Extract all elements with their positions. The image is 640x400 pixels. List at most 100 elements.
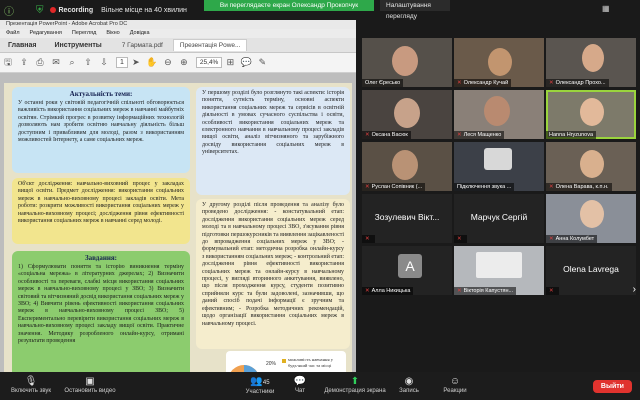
zoom-level-field[interactable]: 25,4% — [195, 57, 223, 68]
participant-name: ✕ Оксана Васюк — [362, 131, 411, 139]
first-chapter-text: У першому розділі було розглянуто такі а… — [202, 90, 344, 156]
menu-edit[interactable]: Редагування — [30, 29, 62, 38]
page-down-icon[interactable]: ⇩ — [96, 57, 112, 68]
participant-tile[interactable]: Підключення звука ... — [454, 142, 544, 191]
record-button[interactable]: ◉ Запись — [394, 376, 424, 394]
muted-mic-icon: ✕ — [365, 236, 370, 242]
document-view[interactable]: Актуальність теми: У останні роки у світ… — [0, 73, 356, 372]
comment-icon[interactable]: 💬 — [238, 57, 254, 68]
muted-mic-icon: ✕ — [365, 132, 370, 138]
participant-tile[interactable]: A ✕ Алла Никицька — [362, 246, 452, 295]
tasks-card: Завдання: 1) Сформулювати поняття та іст… — [12, 251, 190, 372]
tab-home[interactable]: Главная — [8, 42, 36, 49]
participant-tile[interactable]: ✕ Вікторія Капустян... — [454, 246, 544, 295]
menu-window[interactable]: Вікно — [106, 29, 119, 38]
presentation-slide: Актуальність теми: У останні роки у світ… — [4, 83, 352, 372]
tab-tools[interactable]: Инструменты — [54, 42, 101, 49]
menu-help[interactable]: Довідка — [130, 29, 150, 38]
participant-tile[interactable]: ✕ Оксана Васюк — [362, 90, 452, 139]
participant-tile[interactable]: ✕ Олександр Кучай — [454, 38, 544, 87]
participant-tile[interactable]: ✕ Руслан Сопівник (... — [362, 142, 452, 191]
print-icon[interactable]: ⎙ — [32, 57, 48, 68]
participant-name-large: Зозулевич Вікт... — [374, 212, 440, 222]
search-icon[interactable]: ⌕ — [64, 57, 80, 68]
avatar: A — [398, 254, 422, 278]
muted-mic-icon: ✕ — [457, 132, 462, 138]
tasks-title: Завдання: — [84, 254, 118, 262]
participant-tile[interactable]: Марчук Сергій ✕ — [454, 194, 544, 243]
participant-tile[interactable]: Зозулевич Вікт... ✕ — [362, 194, 452, 243]
participant-video — [580, 98, 604, 126]
muted-mic-icon: ✕ — [457, 80, 462, 86]
participant-tile[interactable]: Олег Єресько — [362, 38, 452, 87]
gallery-view-icon[interactable]: ▦ — [602, 4, 610, 13]
recording-label: Recording — [58, 6, 94, 14]
menu-file[interactable]: Файл — [6, 29, 20, 38]
page-number-field[interactable]: 1 — [116, 57, 128, 68]
view-settings-button[interactable]: Налаштування перегляду — [380, 0, 450, 20]
participant-tile[interactable]: Olena Lavrega ✕ — [546, 246, 636, 295]
menu-view[interactable]: Перегляд — [72, 29, 96, 38]
video-icon: ▣ — [85, 376, 95, 387]
tasks-text: 1) Сформулювати поняття та історію виник… — [18, 264, 184, 345]
participant-name: Підключення звука ... — [454, 183, 515, 191]
relevance-card: Актуальність теми: У останні роки у світ… — [12, 87, 190, 173]
participants-icon: 👥45 — [250, 376, 270, 387]
select-icon[interactable]: ➤ — [128, 57, 144, 68]
recording-indicator[interactable]: Recording — [49, 6, 94, 14]
zoom-in-icon[interactable]: ⊕ — [176, 57, 192, 68]
relevance-text: У останні роки у світовій педагогічній с… — [18, 100, 184, 144]
participant-tile[interactable]: ✕ Олена Варава, к.п.н. — [546, 142, 636, 191]
leave-button[interactable]: Выйти — [592, 380, 632, 393]
muted-mic-icon: ✕ — [457, 236, 462, 242]
stop-video-button[interactable]: ▣ Остановить видео — [60, 376, 120, 394]
pen-icon[interactable]: ✎ — [254, 57, 270, 68]
participant-video — [580, 200, 604, 228]
info-icon[interactable]: ⓘ — [4, 3, 14, 18]
chat-icon: 💬 — [293, 376, 307, 387]
participant-video — [392, 150, 418, 180]
participant-name: ✕ Анна Колумбет — [546, 235, 598, 243]
reactions-icon: ☺ — [449, 376, 461, 387]
doc-tab-2[interactable]: Презентація Powe... — [172, 39, 248, 51]
hand-icon[interactable]: ✋ — [144, 57, 160, 68]
share-screen-button[interactable]: ⬆ Демонстрация экрана — [322, 376, 388, 394]
doc-tab-1[interactable]: 7 Гармата.pdf — [116, 40, 169, 51]
participant-name: ✕ — [362, 235, 375, 243]
second-chapter-card: У другому розділі після проведення та ан… — [196, 199, 350, 349]
muted-mic-icon: ✕ — [549, 184, 554, 190]
participant-name: ✕ — [454, 235, 467, 243]
email-icon[interactable]: ✉ — [48, 57, 64, 68]
save-icon[interactable]: 🖫 — [0, 55, 16, 71]
participant-name: ✕ Вікторія Капустян... — [454, 287, 517, 295]
participant-tile[interactable]: ✕ Олександр Прохо... — [546, 38, 636, 87]
participant-name: ✕ Олена Варава, к.п.н. — [546, 183, 612, 191]
zoom-window: ⓘ ⛨ Recording Вільне місце на 40 хвилин … — [0, 0, 640, 400]
participants-button[interactable]: 👥45 Участники — [240, 376, 280, 395]
participant-tile[interactable]: ✕ Леся Мащенко — [454, 90, 544, 139]
next-page-arrow-icon[interactable]: › — [633, 284, 636, 295]
upload-icon[interactable]: ⇪ — [16, 57, 32, 68]
participant-video — [394, 98, 420, 128]
record-dot-icon — [49, 7, 56, 13]
participant-name-large: Марчук Сергій — [470, 212, 528, 222]
acrobat-tabs: Главная Инструменты 7 Гармата.pdf Презен… — [0, 38, 356, 53]
page-up-icon[interactable]: ⇧ — [80, 57, 96, 68]
participant-tile[interactable]: Hanna Hryzunova — [546, 90, 636, 139]
shield-icon[interactable]: ⛨ — [36, 5, 44, 16]
share-screen-icon: ⬆ — [350, 376, 360, 387]
first-chapter-card: У першому розділі було розглянуто такі а… — [196, 87, 350, 195]
fit-page-icon[interactable]: ⊞ — [222, 57, 238, 68]
participant-name: ✕ Леся Мащенко — [454, 131, 505, 139]
participant-video — [582, 44, 604, 72]
participant-video — [488, 48, 512, 76]
chat-button[interactable]: 💬 Чат — [288, 376, 312, 394]
unmute-button[interactable]: 🎙 Включить звук — [6, 376, 56, 394]
participant-tile[interactable]: ✕ Анна Колумбет — [546, 194, 636, 243]
zoom-bottom-bar: 🎙 Включить звук ▣ Остановить видео 👥45 У… — [0, 372, 640, 400]
reactions-button[interactable]: ☺ Реакции — [438, 376, 472, 394]
mic-off-icon: 🎙 — [24, 376, 38, 387]
zoom-out-icon[interactable]: ⊖ — [160, 57, 176, 68]
participant-name: ✕ Олександр Прохо... — [546, 79, 609, 87]
participant-name: Hanna Hryzunova — [546, 131, 597, 139]
